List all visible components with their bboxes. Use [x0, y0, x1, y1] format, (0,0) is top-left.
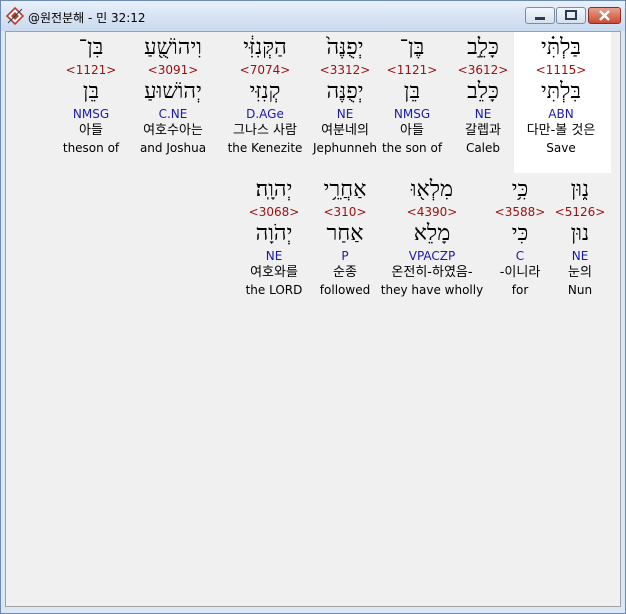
korean-gloss: 여호와를 — [250, 265, 298, 280]
english-gloss: theson of — [62, 141, 120, 155]
hebrew-word: יְהוָֽה׃ — [255, 177, 293, 202]
title-bar[interactable]: @원전분해 - 민 32:12 — [1, 1, 625, 31]
word-column[interactable]: יְהוָֽה׃ <3068> יְהֹוָה NE 여호와를 the LORD — [214, 176, 334, 298]
word-column[interactable]: בִּן־ <1121> בֵּן NMSG 아들 theson of — [31, 34, 151, 156]
maximize-button[interactable] — [556, 7, 586, 24]
morph-code: NE — [265, 249, 283, 263]
minimize-icon — [535, 17, 545, 20]
morph-code: NMSG — [72, 107, 110, 121]
interlinear-view[interactable]: בַּלְתִּ֗י <1115> בִּלְתִּי ABN 다만-볼 것은 Save כ… — [5, 31, 621, 607]
minimize-button[interactable] — [525, 7, 555, 24]
lexical-form: בֵּן — [82, 79, 100, 104]
app-window: @원전분해 - 민 32:12 בַּלְתִּ֗י <1115> בִּלְתִּ… — [0, 0, 626, 614]
maximize-icon — [565, 10, 577, 20]
strong-number: <1121> — [65, 63, 117, 77]
strong-number: <3068> — [248, 205, 300, 219]
lexical-form: יְהֹוָה — [255, 221, 293, 246]
hebrew-word: בִּן־ — [78, 35, 104, 60]
window-title: @원전분해 - 민 32:12 — [28, 11, 146, 25]
english-gloss: the LORD — [245, 283, 303, 297]
korean-gloss: 아들 — [79, 123, 103, 138]
close-button[interactable] — [588, 7, 621, 24]
close-icon — [599, 10, 610, 21]
app-logo-icon — [6, 7, 24, 25]
